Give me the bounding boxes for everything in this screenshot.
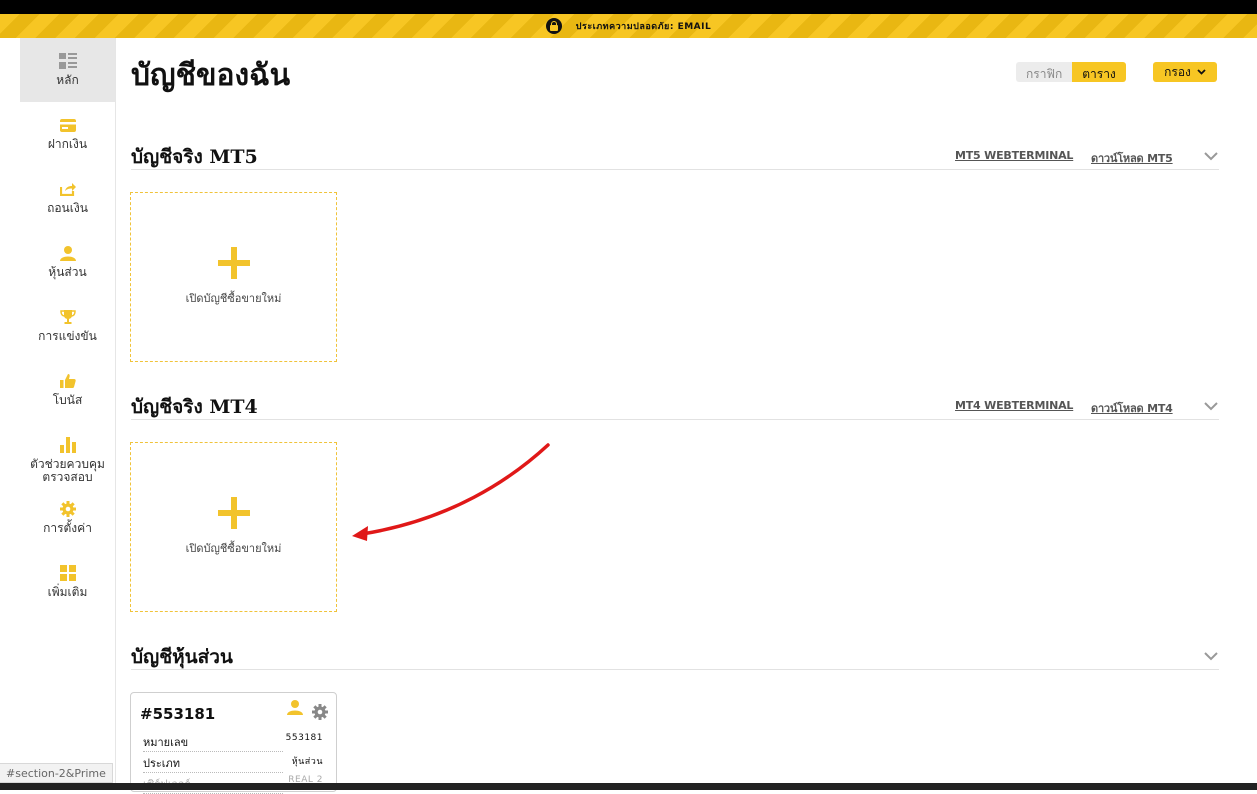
filter-label: กรอง [1164,64,1191,79]
sidebar-item-label: หลัก [56,73,79,87]
section-title-mt4: บัญชีจริง MT4 [131,396,258,418]
grid-icon [59,564,77,582]
sidebar-item-contest[interactable]: การแข่งขัน [20,308,115,343]
divider [131,669,1219,670]
view-toggle-table[interactable]: ตาราง [1072,62,1126,82]
security-banner: ประเภทความปลอดภัย: EMAIL [0,14,1257,38]
mt5-download-link[interactable]: ดาวน์โหลด MT5 [1091,149,1173,167]
divider [131,419,1219,420]
plus-icon [217,497,250,529]
browser-status-url: #section-2&Prime [0,763,113,783]
annotation-arrow [352,443,550,541]
gear-icon[interactable] [312,704,328,720]
sidebar-item-label: การแข่งขัน [38,329,97,343]
account-row-key: ประเภท [143,754,283,773]
section-title-mt5: บัญชีจริง MT5 [131,146,258,168]
account-row: ประเภท หุ้นส่วน [143,754,323,773]
chevron-down-icon[interactable] [1203,148,1219,164]
chevron-down-icon[interactable] [1203,648,1219,664]
dashboard-icon [58,52,77,70]
gear-icon [59,500,77,518]
open-new-account-mt4-button[interactable]: เปิดบัญชีซื้อขายใหม่ [130,442,337,612]
divider [131,169,1219,170]
page-title: บัญชีของฉัน [131,58,291,93]
account-row-value: 553181 [285,733,323,743]
security-banner-text: ประเภทความปลอดภัย: EMAIL [575,22,712,32]
sidebar-item-label: หุ้นส่วน [48,265,87,279]
filter-dropdown[interactable]: กรอง [1153,62,1217,82]
chevron-down-icon [1197,69,1206,75]
sidebar-item-withdraw[interactable]: ถอนเงิน [20,180,115,215]
open-new-account-label: เปิดบัญชีซื้อขายใหม่ [185,542,282,555]
sidebar-item-label: การตั้งค่า [43,521,92,535]
account-row: หมายเลข 553181 [143,733,323,752]
account-row-key: หมายเลข [143,733,283,752]
sidebar-item-monitoring[interactable]: ตัวช่วยควบคุม ตรวจสอบ [0,436,135,484]
partner-account-card[interactable]: #553181 หมายเลข 553181 ประเภท หุ้นส่วน เ… [130,692,337,794]
sidebar: หลัก ฝากเงิน ถอนเงิน หุ้นส่วน การแข่งขัน… [0,38,116,783]
sidebar-item-settings[interactable]: การตั้งค่า [20,500,115,535]
mt4-webterminal-link[interactable]: MT4 WEBTERMINAL [955,399,1073,412]
sidebar-item-deposit[interactable]: ฝากเงิน [20,116,115,151]
sidebar-item-label: โบนัส [52,393,83,407]
share-icon [59,180,77,198]
mt5-webterminal-link[interactable]: MT5 WEBTERMINAL [955,149,1073,162]
mt4-download-link[interactable]: ดาวน์โหลด MT4 [1091,399,1173,417]
top-bar [0,0,1257,14]
sidebar-item-label: ถอนเงิน [47,201,88,215]
lock-icon [545,18,562,34]
open-new-account-mt5-button[interactable]: เปิดบัญชีซื้อขายใหม่ [130,192,337,362]
section-title-partner: บัญชีหุ้นส่วน [131,646,233,668]
sidebar-item-label: ฝากเงิน [47,137,88,151]
bar-chart-icon [59,436,77,454]
bottom-bar [0,783,1257,790]
view-toggle: กราฟิก ตาราง [1016,62,1126,82]
plus-icon [217,247,250,279]
thumbs-up-icon [59,372,77,390]
user-icon [59,244,77,262]
sidebar-item-label: ตัวช่วยควบคุม ตรวจสอบ [30,457,105,484]
card-icon [59,116,77,134]
sidebar-item-more[interactable]: เพิ่มเติม [20,564,115,599]
chevron-down-icon[interactable] [1203,398,1219,414]
view-toggle-graph[interactable]: กราฟิก [1016,62,1073,82]
sidebar-item-bonus[interactable]: โบนัส [20,372,115,407]
open-new-account-label: เปิดบัญชีซื้อขายใหม่ [185,292,282,305]
account-number: #553181 [140,705,216,723]
sidebar-item-label: เพิ่มเติม [47,585,88,599]
account-row-value: หุ้นส่วน [291,757,323,767]
user-icon [287,700,303,715]
trophy-icon [59,308,77,326]
sidebar-item-partner[interactable]: หุ้นส่วน [20,244,115,279]
sidebar-item-main[interactable]: หลัก [20,38,115,102]
